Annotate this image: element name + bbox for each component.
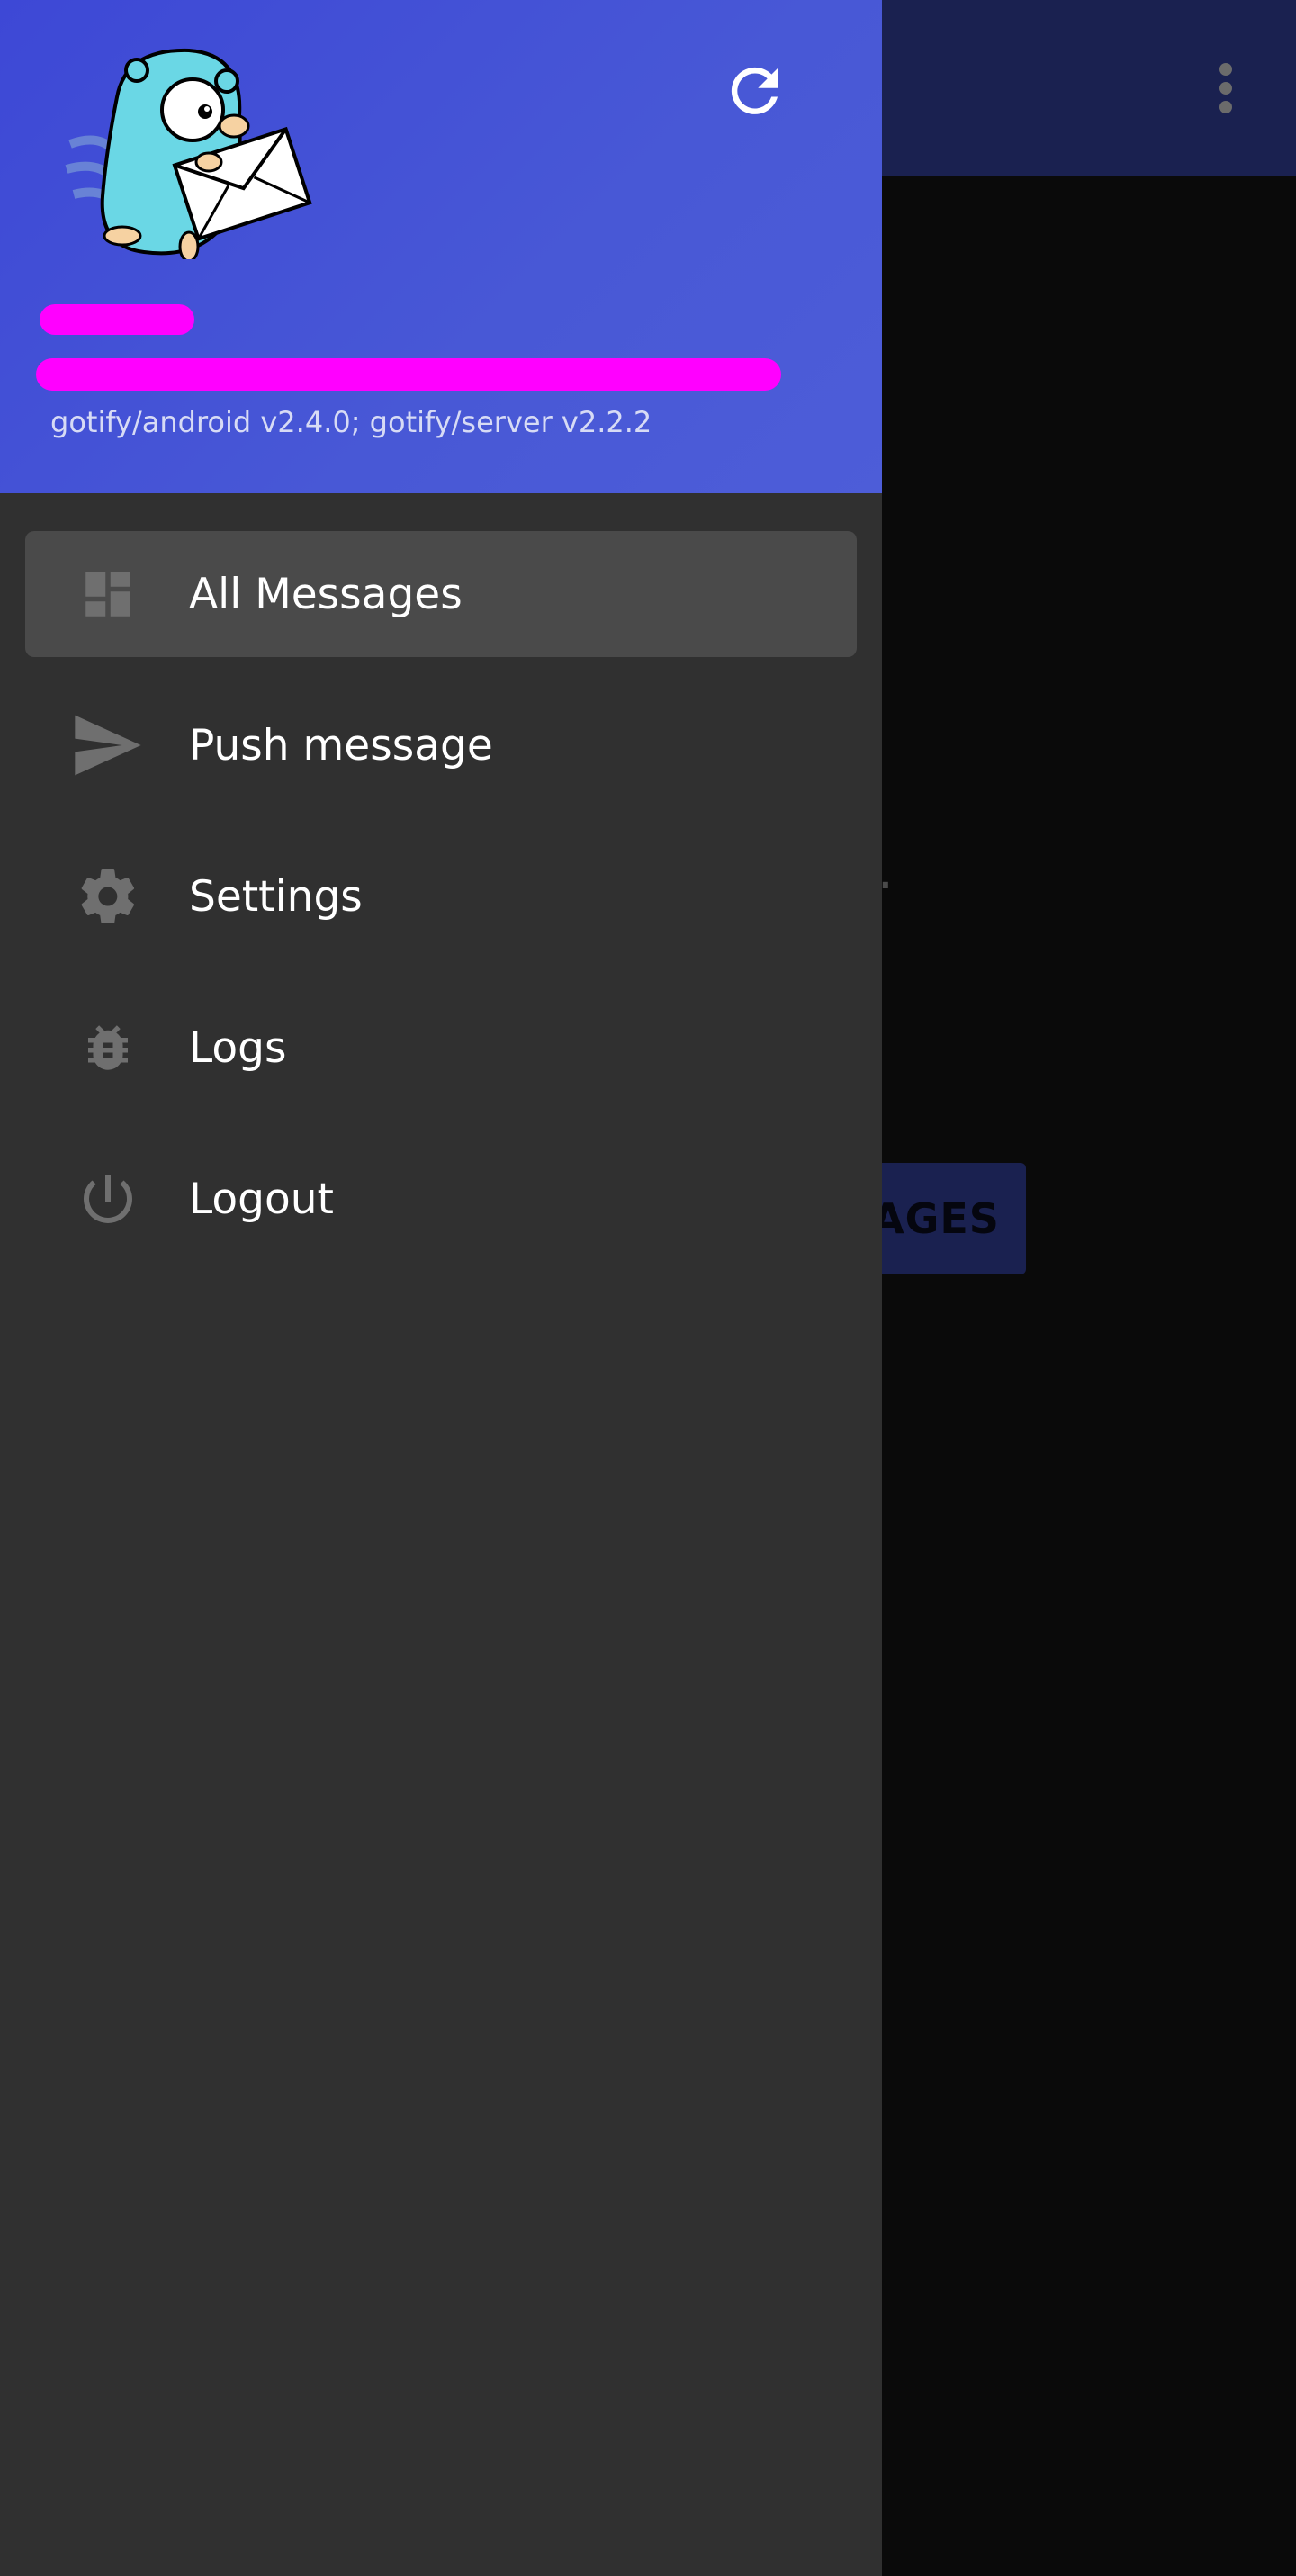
- bug-icon: [72, 1015, 144, 1080]
- menu-item-logout[interactable]: Logout: [25, 1136, 857, 1262]
- version-text: gotify/android v2.4.0; gotify/server v2.…: [50, 405, 652, 439]
- menu-item-settings[interactable]: Settings: [25, 833, 857, 959]
- refresh-messages-label: AGES: [872, 1194, 1000, 1243]
- overflow-menu-icon[interactable]: [1206, 58, 1246, 119]
- menu-item-label: Logs: [189, 1022, 287, 1073]
- navigation-drawer: gotify/android v2.4.0; gotify/server v2.…: [0, 0, 882, 2576]
- menu-item-label: Settings: [189, 871, 363, 922]
- menu-item-push-message[interactable]: Push message: [25, 682, 857, 808]
- menu-item-label: All Messages: [189, 569, 463, 619]
- menu-item-label: Logout: [189, 1174, 334, 1224]
- gear-icon: [72, 864, 144, 929]
- menu-item-all-messages[interactable]: All Messages: [25, 531, 857, 657]
- drawer-header: gotify/android v2.4.0; gotify/server v2.…: [0, 0, 882, 493]
- gopher-logo: [65, 48, 312, 259]
- power-icon: [72, 1166, 144, 1231]
- send-icon: [72, 713, 144, 778]
- dashboard-icon: [72, 562, 144, 626]
- refresh-icon[interactable]: [720, 56, 790, 126]
- menu-item-logs[interactable]: Logs: [25, 985, 857, 1111]
- menu-item-label: Push message: [189, 720, 493, 770]
- redacted-server-address: [36, 358, 781, 391]
- redacted-username: [40, 304, 194, 335]
